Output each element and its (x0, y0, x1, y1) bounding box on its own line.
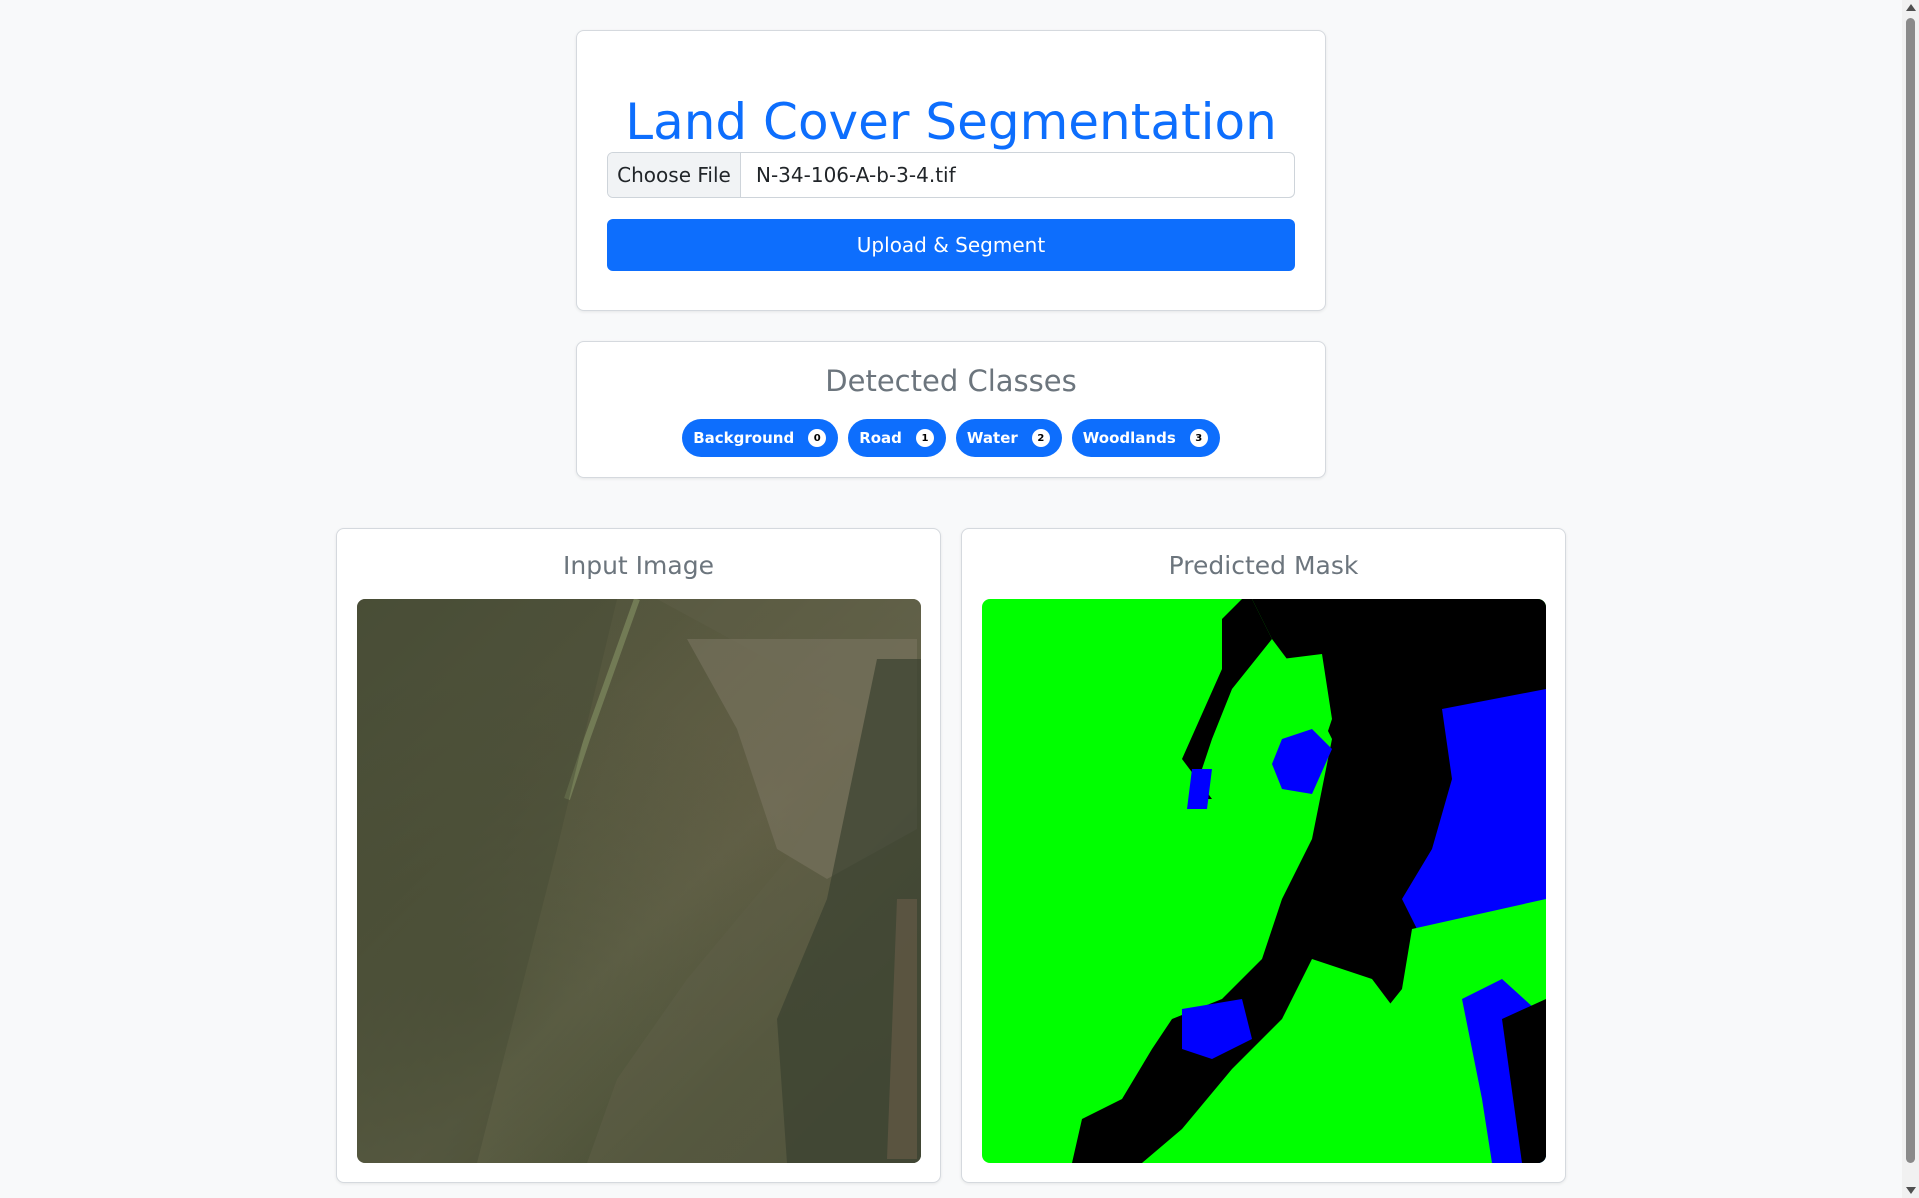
class-chip-count: 0 (808, 429, 827, 447)
scroll-down-icon[interactable] (1906, 1187, 1916, 1194)
class-chip-label: Water (966, 429, 1018, 447)
upload-card: Land Cover Segmentation Choose File N-34… (576, 30, 1326, 311)
scroll-thumb[interactable] (1906, 18, 1915, 1163)
satellite-texture (357, 599, 921, 1163)
class-chip-woodlands: Woodlands 3 (1071, 419, 1220, 457)
scrollbar[interactable] (1902, 0, 1919, 1198)
class-chip-water: Water 2 (955, 419, 1062, 457)
detected-classes-card: Detected Classes Background 0 Road 1 Wat… (576, 341, 1326, 478)
class-chip-label: Woodlands (1082, 429, 1176, 447)
class-chip-road: Road 1 (848, 419, 946, 457)
file-input[interactable]: Choose File N-34-106-A-b-3-4.tif (607, 152, 1295, 198)
page-title: Land Cover Segmentation (625, 93, 1277, 151)
selected-file-name: N-34-106-A-b-3-4.tif (756, 163, 956, 187)
scroll-up-icon[interactable] (1906, 4, 1916, 11)
choose-file-button[interactable]: Choose File (608, 153, 741, 197)
input-satellite-image (357, 599, 921, 1163)
class-chip-background: Background 0 (682, 419, 839, 457)
page: Land Cover Segmentation Choose File N-34… (0, 0, 1919, 1198)
predicted-mask-title: Predicted Mask (1168, 551, 1359, 580)
class-chip-count: 2 (1031, 429, 1050, 447)
mask-canvas (982, 599, 1546, 1163)
detected-classes-title: Detected Classes (825, 364, 1077, 398)
predicted-mask-card: Predicted Mask (961, 528, 1566, 1183)
predicted-mask-image (982, 599, 1546, 1163)
input-image-title: Input Image (563, 551, 714, 580)
upload-segment-button[interactable]: Upload & Segment (607, 219, 1295, 271)
input-image-card: Input Image (336, 528, 941, 1183)
class-chip-count: 1 (915, 429, 934, 447)
class-chip-label: Background (693, 429, 795, 447)
class-chip-label: Road (859, 429, 902, 447)
class-chip-count: 3 (1189, 429, 1208, 447)
class-chip-list: Background 0 Road 1 Water 2 Woodlands 3 (577, 419, 1325, 457)
